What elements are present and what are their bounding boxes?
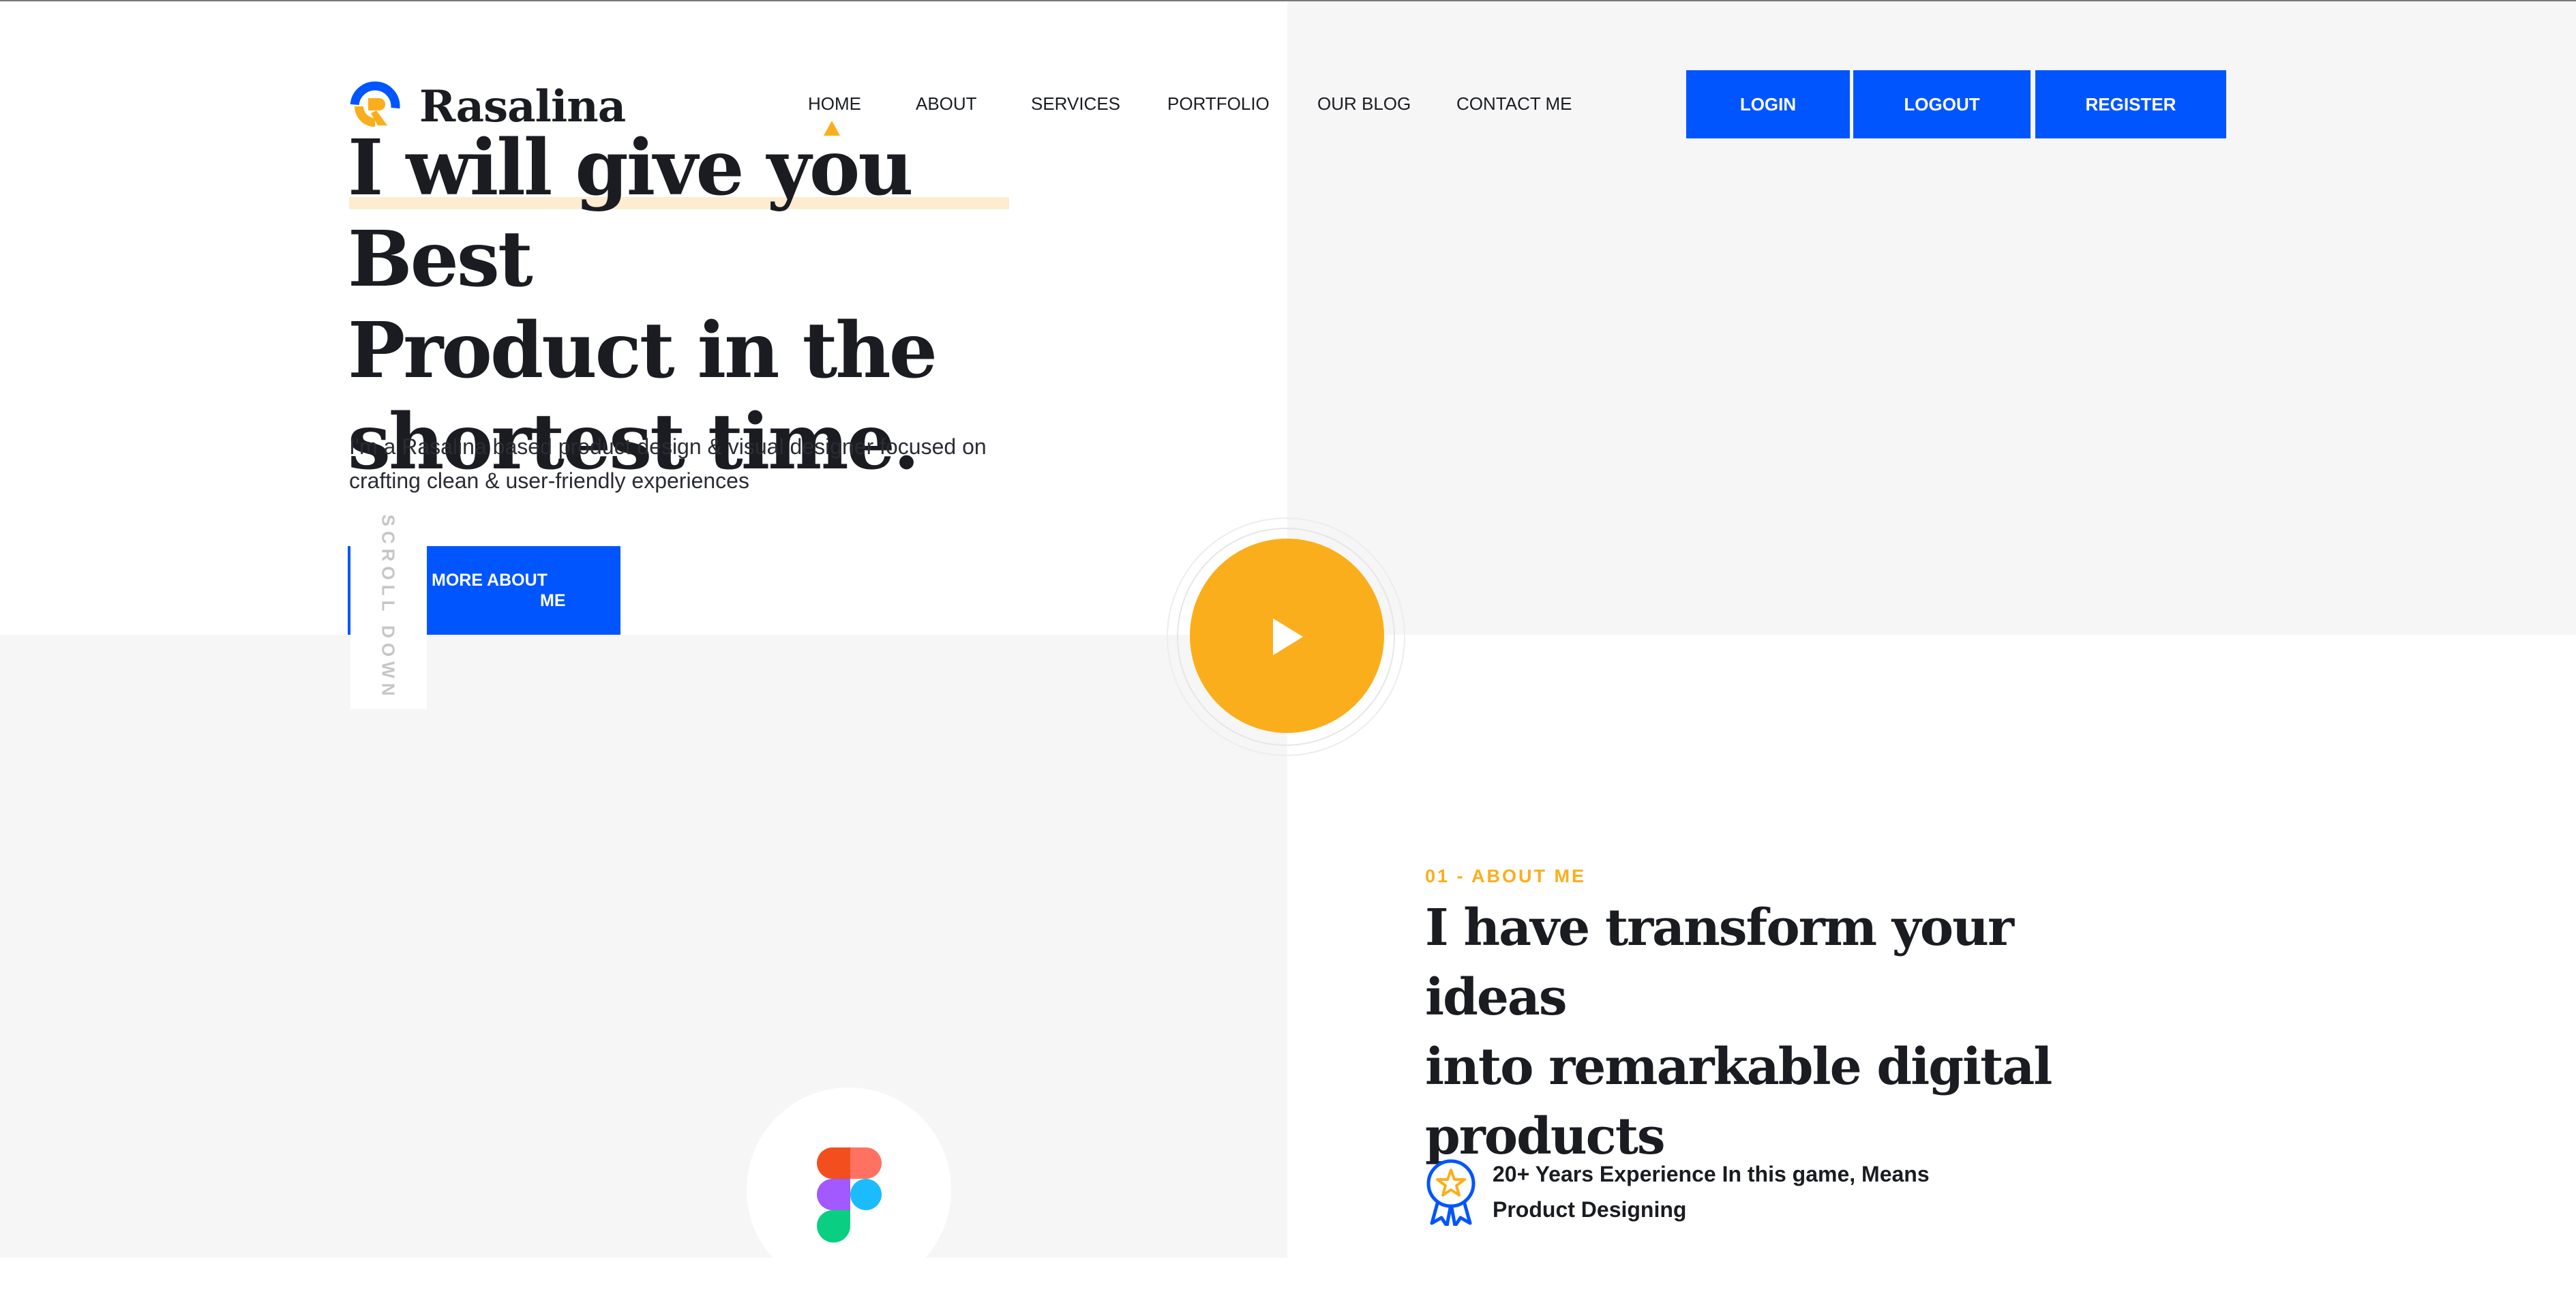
play-icon — [1273, 618, 1303, 655]
register-button[interactable]: REGISTER — [2035, 70, 2226, 138]
hero-title-line-1: I will give you Best — [348, 123, 914, 304]
figma-icon — [817, 1147, 882, 1243]
nav-item-home[interactable]: HOME — [808, 90, 861, 117]
nav-item-services[interactable]: SERVICES — [1031, 90, 1120, 117]
hero-description-line-1: I'm a Rasalina based product design & vi… — [349, 434, 987, 459]
about-title-line-1: I have transform your ideas — [1425, 899, 2014, 1027]
login-button[interactable]: LOGIN — [1686, 70, 1850, 138]
about-title: I have transform your ideas into remarka… — [1425, 893, 2107, 1171]
about-title-line-2: into remarkable digital — [1425, 1038, 2052, 1096]
more-about-me-label-2: ME — [540, 591, 566, 610]
nav-item-portfolio[interactable]: PORTFOLIO — [1167, 90, 1270, 117]
more-about-me-label-1: MORE ABOUT — [432, 571, 548, 590]
logout-button[interactable]: LOGOUT — [1853, 70, 2031, 138]
nav-item-blog[interactable]: OUR BLOG — [1317, 90, 1411, 117]
about-left-background — [0, 635, 1287, 1258]
hero-description-line-2: crafting clean & user-friendly experienc… — [349, 468, 749, 493]
experience-text-line-1: 20+ Years Experience In this game, Means — [1493, 1162, 1930, 1186]
nav-item-contact[interactable]: CONTACT ME — [1456, 90, 1572, 117]
nav-item-about[interactable]: ABOUT — [916, 90, 977, 117]
hero-title-line-2: Product in the — [348, 306, 938, 395]
scroll-down-label: SCROLL DOWN — [378, 514, 399, 701]
experience-text: 20+ Years Experience In this game, Means… — [1493, 1156, 1970, 1227]
award-badge-icon — [1426, 1159, 1476, 1226]
about-section-tag: 01 - ABOUT ME — [1425, 866, 1587, 886]
experience-text-line-2: Product Designing — [1493, 1197, 1687, 1222]
hero-description: I'm a Rasalina based product design & vi… — [349, 430, 1017, 498]
